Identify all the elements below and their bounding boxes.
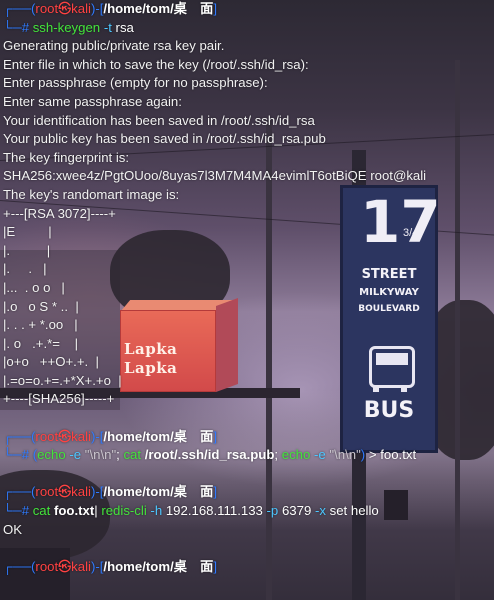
prompt-close: ]: [213, 558, 217, 574]
command-host: 192.168.111.133: [165, 503, 263, 519]
prompt-frame: └─: [3, 503, 22, 519]
prompt-user: root: [35, 428, 59, 444]
prompt-separator: )-[: [90, 428, 104, 444]
command-file: /root/.ssh/id_rsa.pub: [141, 447, 275, 463]
redirect: >: [365, 447, 381, 463]
prompt-frame: ┌──(: [3, 1, 36, 16]
prompt-hash: #: [21, 447, 33, 463]
prompt-cwd: /home/tom/桌 面: [103, 484, 214, 500]
prompt-cwd: /home/tom/桌 面: [103, 558, 214, 574]
command-file: foo.txt: [50, 503, 95, 519]
prompt-host: kali: [71, 558, 91, 574]
command-option: -x: [311, 503, 330, 519]
skull-icon: ㉿: [58, 558, 72, 574]
command-output-line: +----[SHA256]-----+: [3, 391, 115, 407]
skull-icon: ㉿: [58, 1, 72, 16]
command-program: cat: [123, 447, 142, 463]
command-output-line: |.=o=o.+=.+*X+.+o |: [3, 372, 122, 388]
command-line: └─# cat foo.txt| redis-cli -h 192.168.11…: [3, 502, 494, 521]
prompt-separator: )-[: [90, 558, 104, 574]
prompt-frame: ┌──(: [3, 558, 36, 574]
command-option: -e: [65, 447, 85, 463]
command-program: cat: [32, 503, 51, 519]
prompt-host: kali: [71, 484, 91, 500]
command-output-line: |o+o ++O+.+. |: [3, 354, 99, 370]
prompt-frame: ┌──(: [3, 484, 36, 500]
output-file: foo.txt: [380, 447, 417, 463]
command-output-line: Your identification has been saved in /r…: [3, 112, 315, 128]
command-output-line: |.o o S * .. |: [3, 298, 79, 314]
command-output-line: SHA256:xwee4z/PgtOUoo/8uyas7l3M7M4MA4evi…: [3, 168, 427, 184]
command-output-line: The key fingerprint is:: [3, 149, 130, 165]
command-program: ssh-keygen: [32, 19, 101, 35]
prompt-line: ┌──(root㉿kali)-[/home/tom/桌 面]: [3, 558, 494, 577]
command-program: echo: [37, 447, 66, 463]
prompt-frame: └─: [3, 447, 22, 463]
command-output-line: |... . o o |: [3, 279, 65, 295]
prompt-hash: #: [21, 19, 33, 35]
command-output-line: |. |: [3, 242, 51, 258]
prompt-user: root: [35, 1, 59, 16]
prompt-frame: └─: [3, 19, 22, 35]
prompt-user: root: [35, 484, 59, 500]
command-output-line: The key's randomart image is:: [3, 186, 180, 202]
skull-icon: ㉿: [58, 484, 72, 500]
prompt-cwd: /home/tom/桌 面: [103, 1, 214, 16]
prompt-host: kali: [71, 1, 91, 16]
command-line: └─# (echo -e "\n\n"; cat /root/.ssh/id_r…: [3, 446, 494, 465]
prompt-separator: )-[: [90, 1, 104, 16]
prompt-hash: #: [21, 503, 33, 519]
prompt-host: kali: [71, 428, 91, 444]
command-string: "\n\n": [84, 447, 117, 463]
command-output-line: |. o .+.*= |: [3, 335, 79, 351]
command-program: redis-cli: [101, 503, 147, 519]
command-string: "\n\n": [329, 447, 361, 463]
command-output-line: |. . |: [3, 261, 47, 277]
prompt-frame: ┌──(: [3, 428, 36, 444]
prompt-separator: )-[: [90, 484, 104, 500]
prompt-close: ]: [213, 484, 217, 500]
command-output-line: Your public key has been saved in /root/…: [3, 131, 326, 147]
prompt-line: ┌──(root㉿kali)-[/home/tom/桌 面]: [3, 428, 494, 447]
command-separator: ;: [274, 447, 282, 463]
command-output-line: Generating public/private rsa key pair.: [3, 38, 225, 54]
prompt-close: ]: [213, 428, 217, 444]
prompt-line: ┌──(root㉿kali)-[/home/tom/桌 面]: [3, 0, 494, 19]
prompt-user: root: [35, 558, 59, 574]
command-option: -h: [146, 503, 166, 519]
command-output-line: |E |: [3, 224, 52, 240]
command-program: echo: [281, 447, 311, 463]
command-option: -p: [262, 503, 282, 519]
command-option: -e: [310, 447, 330, 463]
command-argument: set hello: [329, 503, 379, 519]
prompt-cwd: /home/tom/桌 面: [103, 428, 214, 444]
command-argument: rsa: [115, 19, 134, 35]
command-output-line: OK: [3, 521, 23, 537]
command-line: └─# ssh-keygen -t rsa: [3, 19, 494, 38]
command-output: Generating public/private rsa key pair. E…: [3, 37, 494, 409]
command-port: 6379: [281, 503, 312, 519]
command-output-line: |. . . + *.oo |: [3, 317, 78, 333]
command-output-line: +---[RSA 3072]----+: [3, 205, 116, 221]
skull-icon: ㉿: [58, 428, 72, 444]
command-output-line: Enter file in which to save the key (/ro…: [3, 56, 309, 72]
prompt-line: ┌──(root㉿kali)-[/home/tom/桌 面]: [3, 483, 494, 502]
command-output-line: Enter passphrase (empty for no passphras…: [3, 75, 268, 91]
terminal-output[interactable]: ┌──(root㉿kali)-[/home/tom/桌 面] └─# ssh-k…: [0, 0, 494, 600]
command-option: -t: [103, 19, 112, 35]
prompt-close: ]: [213, 1, 217, 16]
command-output-line: Enter same passphrase again:: [3, 93, 182, 109]
